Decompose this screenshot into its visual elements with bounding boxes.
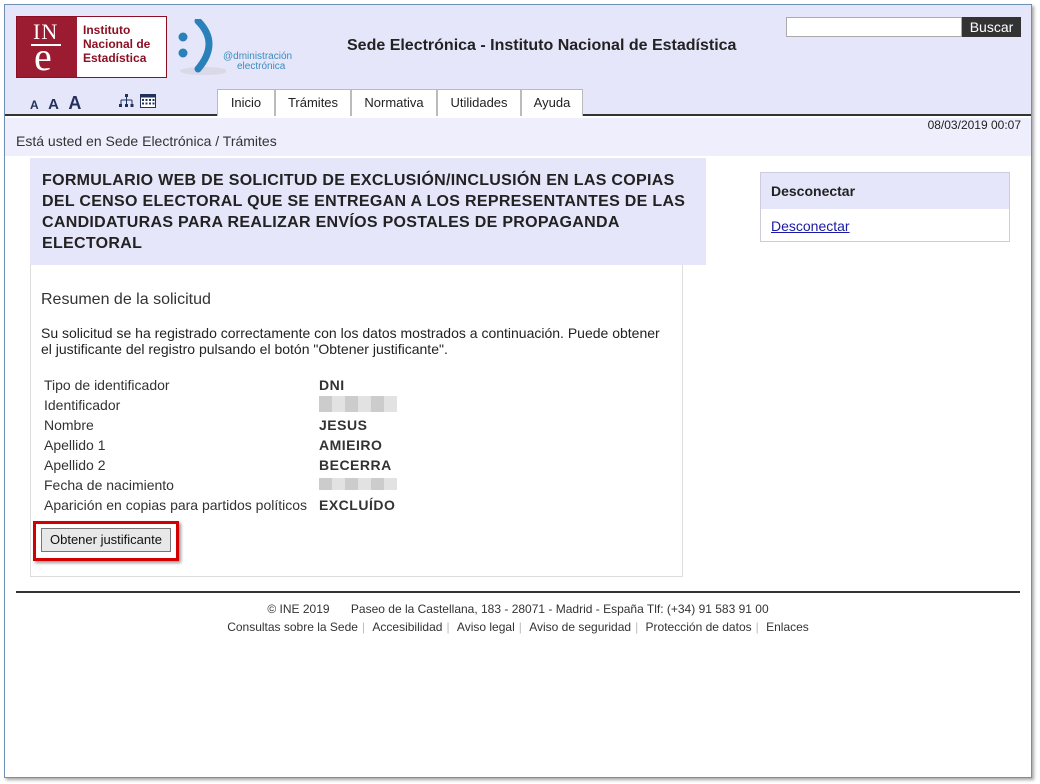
tab-tramites[interactable]: Trámites	[275, 89, 351, 116]
ine-logo-text: Instituto Nacional de Estadística	[83, 23, 151, 65]
page-title: FORMULARIO WEB DE SOLICITUD DE EXCLUSIÓN…	[42, 172, 686, 252]
footer-link-enlaces[interactable]: Enlaces	[762, 620, 813, 634]
detail-row: Apellido 2 BECERRA	[44, 457, 392, 473]
tab-ayuda[interactable]: Ayuda	[521, 89, 583, 116]
footer-divider	[16, 591, 1020, 593]
copyright: © INE 2019	[267, 602, 330, 616]
footer-links: Consultas sobre la Sede | Accesibilidad | …	[5, 620, 1031, 634]
breadcrumb-item-tramites[interactable]: Trámites	[223, 133, 277, 149]
datetime: 08/03/2019 00:07	[927, 118, 1021, 132]
administracion-electronica-logo-icon	[178, 19, 226, 75]
ine-mark-icon: IN e	[17, 17, 77, 77]
detail-row: Apellido 1 AMIEIRO	[44, 437, 383, 453]
redacted-value	[319, 395, 397, 412]
calendar-icon[interactable]	[140, 94, 156, 108]
footer-link-accesibilidad[interactable]: Accesibilidad	[368, 620, 446, 634]
search-input[interactable]	[786, 17, 962, 37]
sitemap-icon[interactable]	[119, 94, 134, 108]
tool-icons	[119, 94, 156, 108]
detail-row: Nombre JESUS	[44, 417, 368, 433]
browser-frame: IN e Instituto Nacional de Estadística @d…	[4, 4, 1032, 778]
summary-panel: Resumen de la solicitud Su solicitud se …	[30, 265, 683, 577]
site-title: Sede Electrónica - Instituto Nacional de…	[347, 37, 737, 54]
site-header: IN e Instituto Nacional de Estadística @d…	[5, 5, 1031, 116]
tab-normativa[interactable]: Normativa	[351, 89, 437, 116]
ine-logo[interactable]: IN e Instituto Nacional de Estadística	[16, 16, 167, 78]
disconnect-link[interactable]: Desconectar	[761, 209, 1009, 243]
footer-link-consultas[interactable]: Consultas sobre la Sede	[223, 620, 362, 634]
sidebar-disconnect-box: Desconectar Desconectar	[760, 172, 1010, 242]
detail-row: Tipo de identificador DNI	[44, 377, 345, 393]
breadcrumb: Está usted en Sede Electrónica / Trámite…	[16, 133, 277, 149]
breadcrumb-item-sede[interactable]: Sede Electrónica	[106, 133, 212, 149]
form-title-box: FORMULARIO WEB DE SOLICITUD DE EXCLUSIÓN…	[30, 158, 706, 265]
footer-link-proteccion-datos[interactable]: Protección de datos	[642, 620, 756, 634]
detail-row: Aparición en copias para partidos políti…	[44, 497, 396, 513]
adm-logo-text: @dministración electrónica	[223, 51, 293, 72]
detail-row: Identificador	[44, 395, 397, 415]
address: Paseo de la Castellana, 183 - 28071 - Ma…	[350, 602, 769, 616]
tab-utilidades[interactable]: Utilidades	[437, 89, 521, 116]
obtener-justificante-button[interactable]: Obtener justificante	[41, 528, 171, 552]
detail-row: Fecha de nacimiento	[44, 475, 397, 495]
sidebar-heading: Desconectar	[761, 173, 1009, 209]
button-highlight: Obtener justificante	[33, 521, 179, 561]
footer-link-aviso-legal[interactable]: Aviso legal	[453, 620, 519, 634]
summary-description: Su solicitud se ha registrado correctame…	[41, 325, 660, 357]
breadcrumb-bar: 08/03/2019 00:07 Está usted en Sede Elec…	[5, 118, 1031, 156]
main-nav-tabs: Inicio Trámites Normativa Utilidades Ayu…	[217, 89, 583, 116]
font-size-controls: A A A	[30, 93, 86, 114]
tab-inicio[interactable]: Inicio	[217, 89, 275, 116]
font-large-button[interactable]: A	[68, 93, 81, 113]
font-small-button[interactable]: A	[30, 98, 39, 112]
search-button[interactable]: Buscar	[962, 17, 1021, 37]
footer-link-aviso-seguridad[interactable]: Aviso de seguridad	[525, 620, 635, 634]
font-medium-button[interactable]: A	[48, 96, 59, 113]
redacted-value	[319, 478, 397, 490]
section-title: Resumen de la solicitud	[41, 291, 211, 308]
footer-info: © INE 2019 Paseo de la Castellana, 183 -…	[5, 602, 1031, 616]
details-table: Tipo de identificador DNI Identificador …	[44, 375, 397, 515]
